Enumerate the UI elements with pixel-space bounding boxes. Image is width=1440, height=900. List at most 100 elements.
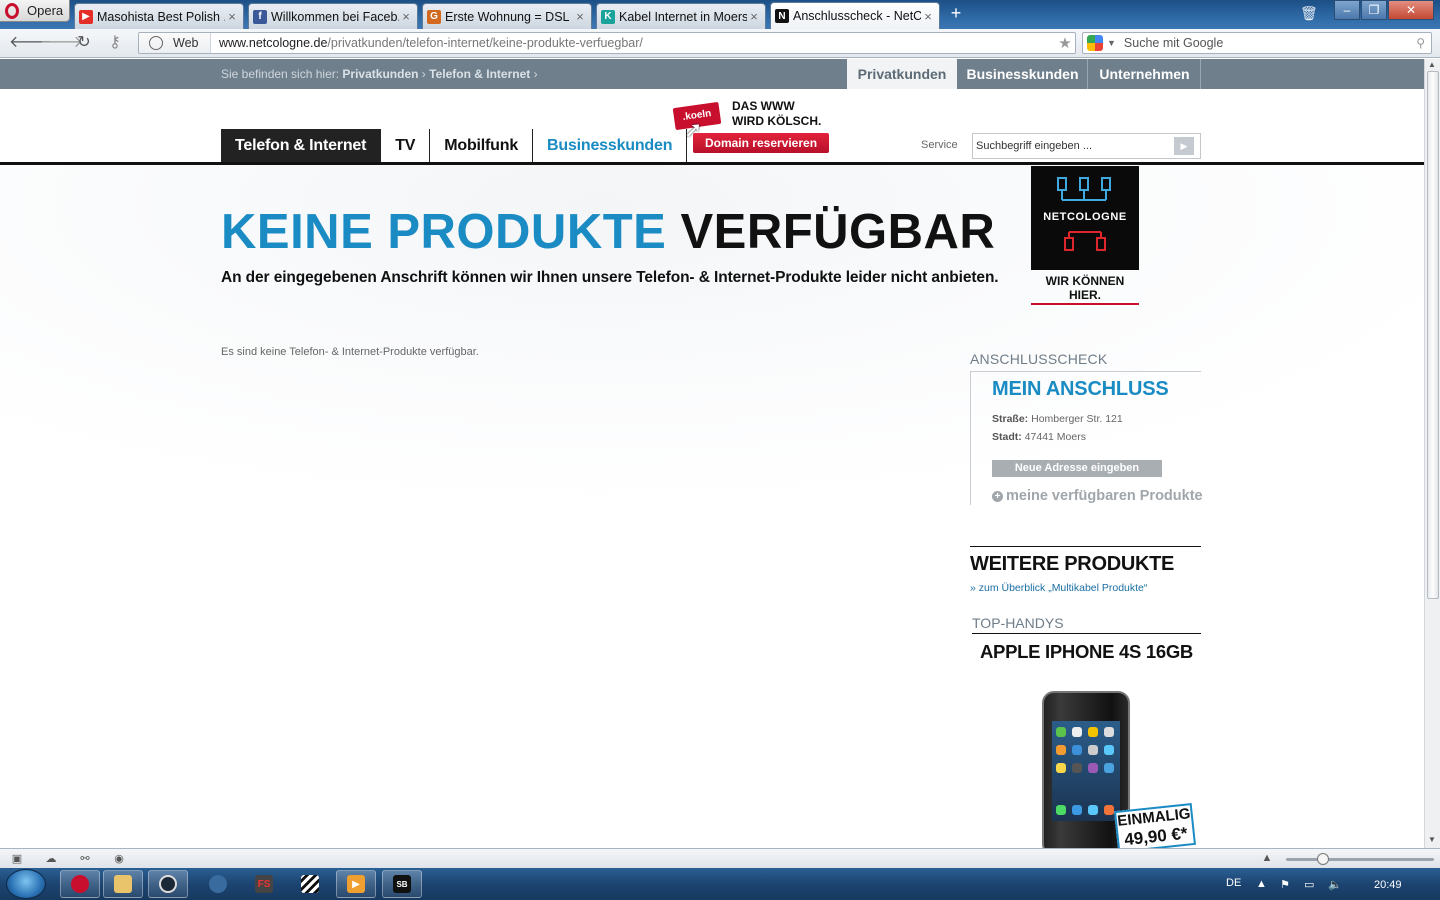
turbo-icon[interactable]: ◉ <box>112 852 126 865</box>
browser-tab-bar: Opera ▶ Masohista Best Polish ... × f Wi… <box>0 0 1440 29</box>
nav-item-tv[interactable]: TV <box>381 129 431 162</box>
top-handys-label: TOP-HANDYS <box>972 615 1064 631</box>
opera-logo-icon <box>5 2 19 19</box>
steam-icon <box>159 875 177 893</box>
tab-title: Willkommen bei Faceb... <box>271 9 399 24</box>
close-tab-icon[interactable]: × <box>225 9 239 24</box>
nav-item-mobilfunk[interactable]: Mobilfunk <box>430 129 534 162</box>
address-url[interactable]: www.netcologne.de/privatkunden/telefon-i… <box>211 36 1055 50</box>
browser-tab[interactable]: K Kabel Internet in Moers... × <box>596 3 766 29</box>
new-address-button[interactable]: Neue Adresse eingeben <box>992 460 1162 477</box>
back-button[interactable]: 🡐 <box>9 33 52 53</box>
breadcrumb: Sie befinden sich hier: Privatkunden › T… <box>221 67 538 81</box>
nav-item-telefon-internet[interactable]: Telefon & Internet <box>221 129 382 162</box>
address-mode[interactable]: Web <box>139 33 211 53</box>
search-icon[interactable]: ⚲ <box>1416 36 1425 50</box>
logo-tagline: WIR KÖNNEN HIER. <box>1031 274 1139 305</box>
close-tab-icon[interactable]: × <box>573 9 587 24</box>
panel-toggle-icon[interactable]: ▣ <box>10 852 24 865</box>
new-tab-button[interactable]: + <box>946 4 966 24</box>
divider <box>972 633 1201 634</box>
opera-link-cloud-icon[interactable]: ☁ <box>44 852 58 865</box>
browser-toolbar: 🡐 🡒 ↻ ⚷ Web www.netcologne.de/privatkund… <box>0 29 1440 58</box>
plus-icon: + <box>992 491 1003 502</box>
windows-start-button[interactable] <box>6 869 46 899</box>
scroll-up-icon[interactable]: ▲ <box>1428 60 1436 69</box>
search-submit-button[interactable]: ▶ <box>1174 137 1194 155</box>
top-strip <box>0 59 1424 89</box>
taskbar-clapper-button[interactable] <box>290 870 330 898</box>
scroll-down-icon[interactable]: ▼ <box>1428 835 1436 844</box>
volume-icon[interactable]: 🔈 <box>1328 878 1342 891</box>
nav-divider <box>0 162 1424 165</box>
taskbar-media-button[interactable]: ▶ <box>336 870 376 898</box>
close-window-button[interactable]: ✕ <box>1388 0 1434 20</box>
browser-tab[interactable]: ▶ Masohista Best Polish ... × <box>74 3 244 29</box>
reload-button[interactable]: ↻ <box>73 33 95 53</box>
tab-privatkunden[interactable]: Privatkunden <box>847 59 957 89</box>
vertical-scrollbar[interactable]: ▲ ▼ <box>1424 59 1440 848</box>
minimize-button[interactable]: – <box>1334 0 1360 20</box>
tray-expand-icon[interactable]: ▲ <box>1256 878 1267 890</box>
clapperboard-icon <box>301 875 319 893</box>
site-search-input[interactable] <box>973 140 1169 152</box>
browser-tab-active[interactable]: N Anschlusscheck - NetC... × <box>770 2 940 29</box>
taskbar-sb-button[interactable]: SB <box>382 870 422 898</box>
zoom-menu-icon[interactable]: ▲ <box>1260 852 1274 865</box>
hero-background <box>0 165 1424 848</box>
city-value: 47441 Moers <box>1024 431 1086 443</box>
zoom-slider-knob[interactable] <box>1317 853 1329 865</box>
trash-icon[interactable]: 🗑 <box>1300 5 1318 23</box>
address-bar[interactable]: Web www.netcologne.de/privatkunden/telef… <box>138 32 1076 54</box>
close-tab-icon[interactable]: × <box>921 9 935 24</box>
breadcrumb-link-telefon-internet[interactable]: Telefon & Internet <box>429 67 530 81</box>
web-page: Sie befinden sich hier: Privatkunden › T… <box>0 59 1424 848</box>
action-center-flag-icon[interactable]: ⚑ <box>1280 878 1290 891</box>
opera-icon <box>71 875 89 893</box>
tab-title: Masohista Best Polish ... <box>97 9 225 24</box>
chevron-down-icon[interactable]: ▼ <box>1107 38 1116 48</box>
taskbar-opera-button[interactable] <box>60 870 100 898</box>
language-indicator[interactable]: DE <box>1226 877 1241 889</box>
browser-tab[interactable]: f Willkommen bei Faceb... × <box>248 3 418 29</box>
taskbar-steam-button[interactable] <box>148 870 188 898</box>
site-search: ▶ <box>972 133 1201 159</box>
zoom-slider[interactable] <box>1286 858 1434 861</box>
anschlusscheck-label: ANSCHLUSSCHECK <box>970 351 1108 367</box>
taskbar-fs-button[interactable]: FS <box>244 870 284 898</box>
tab-businesskunden[interactable]: Businesskunden <box>958 59 1088 89</box>
available-products-label: meine verfügbaren Produkte <box>1006 488 1203 504</box>
logo-box: NETCOLOGNE <box>1031 166 1139 270</box>
page-subtitle: An der eingegebenen Anschrift können wir… <box>221 269 999 286</box>
scrollbar-thumb[interactable] <box>1427 71 1439 599</box>
kabel-favicon-icon: K <box>601 9 615 24</box>
available-products-link[interactable]: + meine verfügbaren Produkte <box>992 488 1203 504</box>
price-badge: EINMALIG 49,90 €* <box>1114 803 1196 848</box>
unite-share-icon[interactable]: ⚯ <box>78 852 92 865</box>
google-search-field[interactable]: ▼ Suche mit Google ⚲ <box>1082 32 1432 54</box>
service-label[interactable]: Service <box>921 139 958 151</box>
network-icon[interactable]: ▭ <box>1304 878 1314 891</box>
anschluss-box: MEIN ANSCHLUSS Straße: Homberger Str. 12… <box>970 371 1203 505</box>
forward-button[interactable]: 🡒 <box>40 33 83 53</box>
product-title[interactable]: APPLE IPHONE 4S 16GB <box>972 641 1201 663</box>
breadcrumb-link-privatkunden[interactable]: Privatkunden <box>342 67 418 81</box>
bookmark-star-icon[interactable]: ★ <box>1055 34 1075 52</box>
nav-item-businesskunden[interactable]: Businesskunden <box>533 129 688 162</box>
taskbar-teamspeak-button[interactable] <box>198 870 238 898</box>
clock[interactable]: 20:49 <box>1374 879 1402 891</box>
netcologne-logo[interactable]: NETCOLOGNE WIR KÖNNEN HIER. <box>1031 166 1139 305</box>
close-tab-icon[interactable]: × <box>747 9 761 24</box>
maximize-button[interactable]: ❐ <box>1361 0 1387 20</box>
folder-icon <box>114 875 132 893</box>
close-tab-icon[interactable]: × <box>399 9 413 24</box>
opera-menu-button[interactable]: Opera <box>0 0 70 22</box>
browser-tab[interactable]: G Erste Wohnung = DSL ... × <box>422 3 592 29</box>
wand-key-icon[interactable]: ⚷ <box>104 33 126 53</box>
tab-unternehmen[interactable]: Unternehmen <box>1089 59 1201 89</box>
koeln-domain-promo[interactable]: .koeln ➚ DAS WWW WIRD KÖLSCH. Domain res… <box>672 97 832 157</box>
forum-favicon-icon: G <box>427 9 441 24</box>
domain-reserve-button[interactable]: Domain reservieren <box>693 133 829 153</box>
multikabel-link[interactable]: » zum Überblick „Multikabel Produkte“ <box>970 582 1201 594</box>
taskbar-explorer-button[interactable] <box>103 870 143 898</box>
